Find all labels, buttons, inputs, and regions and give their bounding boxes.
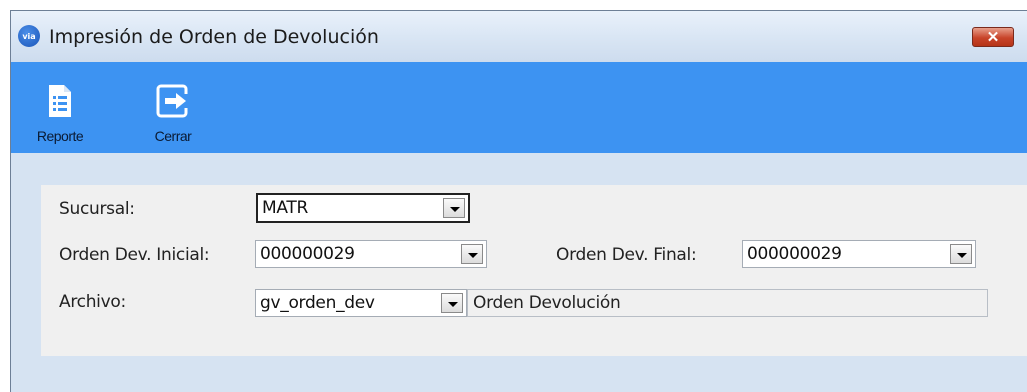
archivo-select[interactable]: gv_orden_dev — [255, 289, 467, 317]
chevron-down-icon[interactable] — [950, 244, 972, 264]
archivo-description: Orden Devolución — [473, 293, 621, 313]
chevron-down-icon[interactable] — [441, 293, 463, 313]
archivo-label: Archivo: — [59, 292, 126, 312]
chevron-down-icon[interactable] — [461, 244, 483, 264]
close-icon: ✕ — [986, 29, 1000, 46]
form-panel — [41, 185, 1027, 356]
app-logo-icon: via — [18, 25, 40, 47]
cerrar-button[interactable]: Cerrar — [138, 84, 208, 154]
toolbar: Reporte Cerrar — [11, 62, 1027, 153]
orden-final-label: Orden Dev. Final: — [556, 245, 697, 265]
chevron-down-icon[interactable] — [443, 198, 465, 218]
cerrar-label: Cerrar — [154, 128, 192, 144]
report-icon — [49, 85, 71, 117]
sucursal-value: MATR — [262, 198, 308, 218]
reporte-label: Reporte — [36, 128, 84, 144]
orden-final-select[interactable]: 000000029 — [742, 240, 976, 268]
orden-final-value: 000000029 — [747, 244, 842, 264]
close-button[interactable]: ✕ — [972, 27, 1014, 47]
orden-inicial-value: 000000029 — [260, 244, 355, 264]
window-title: Impresión de Orden de Devolución — [49, 26, 379, 48]
sucursal-select[interactable]: MATR — [256, 193, 470, 223]
reporte-button[interactable]: Reporte — [25, 84, 95, 154]
orden-inicial-label: Orden Dev. Inicial: — [59, 245, 210, 265]
sucursal-label: Sucursal: — [59, 199, 135, 219]
archivo-description-field: Orden Devolución — [467, 289, 988, 317]
archivo-value: gv_orden_dev — [260, 293, 375, 313]
orden-inicial-select[interactable]: 000000029 — [255, 240, 487, 268]
main-window: via Impresión de Orden de Devolución ✕ R… — [10, 10, 1027, 392]
title-bar: via Impresión de Orden de Devolución ✕ — [11, 11, 1027, 63]
exit-icon — [156, 84, 188, 118]
